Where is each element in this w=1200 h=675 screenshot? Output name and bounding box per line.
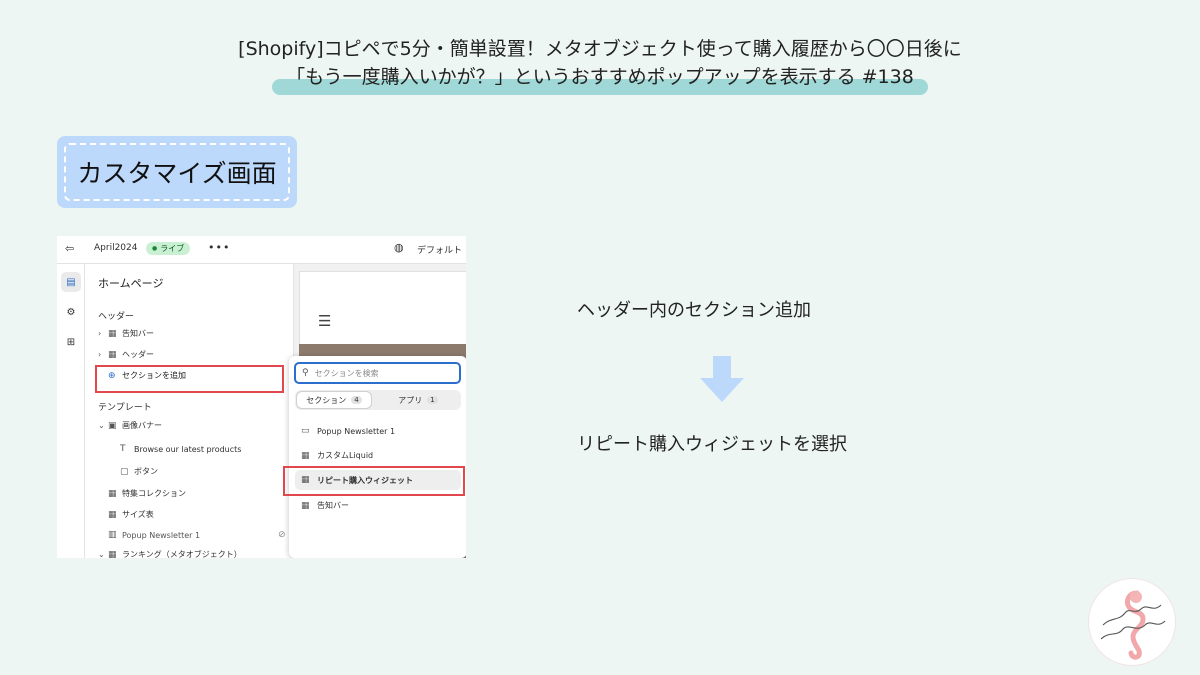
highlight-add-section (95, 365, 284, 393)
step2-caption: リピート購入ウィジェットを選択 (577, 434, 847, 455)
tree-item-featured-collection[interactable]: ▦ 特集コレクション (108, 488, 186, 499)
section-icon: ▦ (108, 509, 117, 520)
article-title-line1: [Shopify]コピペで5分・簡単設置！メタオブジェクト使って購入履歴から〇〇… (238, 38, 962, 60)
popup-tabs: セクション 4 アプリ 1 (295, 390, 461, 410)
add-section-popup: ⚲ セクションを検索 セクション 4 アプリ 1 ▭ Popup Newslet… (289, 356, 466, 558)
apps-icon[interactable]: ⊞ (61, 332, 81, 352)
author-logo (1089, 579, 1175, 665)
sections-panel: ホームページ ヘッダー › ▦ 告知バー › ▦ ヘッダー ⊕ セクションを追加… (86, 264, 291, 558)
section-badge-label: カスタマイズ画面 (64, 143, 290, 201)
tree-item-button-block[interactable]: ▢ ボタン (120, 466, 158, 477)
article-title-line2: 「もう一度購入いかが？」というおすすめポップアップを表示する #138 (0, 62, 1200, 95)
section-icon: ▦ (108, 328, 117, 339)
chevron-right-icon[interactable]: › (98, 329, 108, 338)
globe-icon[interactable]: ◍ (394, 241, 404, 254)
search-icon: ⚲ (302, 368, 309, 378)
editor-rail: ▤ ⚙ ⊞ (57, 264, 85, 558)
section-icon: ▦ (301, 500, 310, 511)
section-icon: ▦ (301, 450, 310, 461)
app-block-icon: ▭ (301, 426, 310, 436)
sections-icon[interactable]: ▤ (61, 272, 81, 292)
header-group-label: ヘッダー (98, 312, 135, 322)
app-block-icon: ▥ (108, 530, 117, 540)
tree-item-size-chart[interactable]: ▦ サイズ表 (108, 509, 154, 520)
section-option-custom-liquid[interactable]: ▦ カスタムLiquid (301, 450, 373, 461)
section-option-announcement-bar[interactable]: ▦ 告知バー (301, 500, 349, 511)
template-group-label: テンプレート (98, 403, 152, 413)
tree-item-heading-block[interactable]: T Browse our latest products (120, 444, 241, 454)
arrow-down-icon (700, 356, 744, 402)
section-icon: ▦ (108, 349, 117, 360)
chevron-down-icon[interactable]: ⌄ (98, 421, 108, 430)
tab-sections[interactable]: セクション 4 (297, 392, 371, 408)
panel-title: ホームページ (98, 277, 164, 290)
chevron-right-icon[interactable]: › (98, 350, 108, 359)
tree-item-announcement[interactable]: › ▦ 告知バー (98, 328, 154, 339)
tab-count-badge: 1 (427, 396, 438, 404)
tree-item-ranking[interactable]: ⌄ ▦ ランキング（メタオブジェクト） (98, 549, 242, 559)
default-selector[interactable]: デフォルト (417, 243, 462, 256)
hamburger-menu-icon[interactable]: ☰ (318, 312, 331, 330)
tree-item-popup-newsletter[interactable]: ▥ Popup Newsletter 1 ⊘ (108, 530, 286, 540)
section-icon: ▦ (108, 549, 117, 559)
tree-item-header[interactable]: › ▦ ヘッダー (98, 349, 154, 360)
section-badge: カスタマイズ画面 (57, 136, 297, 208)
more-actions-button[interactable]: ••• (208, 241, 230, 254)
tab-count-badge: 4 (351, 396, 362, 404)
tab-apps[interactable]: アプリ 1 (377, 392, 459, 408)
section-search-input[interactable]: ⚲ セクションを検索 (294, 362, 461, 384)
seahorse-signature-icon (1100, 590, 1166, 660)
text-icon: T (120, 444, 126, 454)
chevron-down-icon[interactable]: ⌄ (98, 550, 108, 558)
highlight-repeat-widget (283, 466, 465, 496)
shopify-editor-screenshot: ⇦ April2024 ライブ ••• ◍ デフォルト ▤ ⚙ ⊞ ホームページ… (57, 236, 466, 558)
editor-topbar: ⇦ April2024 ライブ ••• ◍ デフォルト (57, 236, 466, 264)
title-highlight: 「もう一度購入いかが？」というおすすめポップアップを表示する #138 (272, 62, 928, 95)
eye-hidden-icon[interactable]: ⊘ (278, 530, 286, 540)
theme-name: April2024 (94, 243, 138, 253)
step1-caption: ヘッダー内のセクション追加 (577, 300, 811, 321)
exit-icon[interactable]: ⇦ (65, 242, 74, 255)
section-icon: ▦ (108, 488, 117, 499)
settings-gear-icon[interactable]: ⚙ (61, 302, 81, 322)
section-option-popup-newsletter[interactable]: ▭ Popup Newsletter 1 (301, 426, 395, 436)
live-badge: ライブ (146, 242, 191, 255)
tree-item-image-banner[interactable]: ⌄ ▣ 画像バナー (98, 420, 162, 431)
button-icon: ▢ (120, 466, 129, 477)
image-icon: ▣ (108, 420, 117, 431)
